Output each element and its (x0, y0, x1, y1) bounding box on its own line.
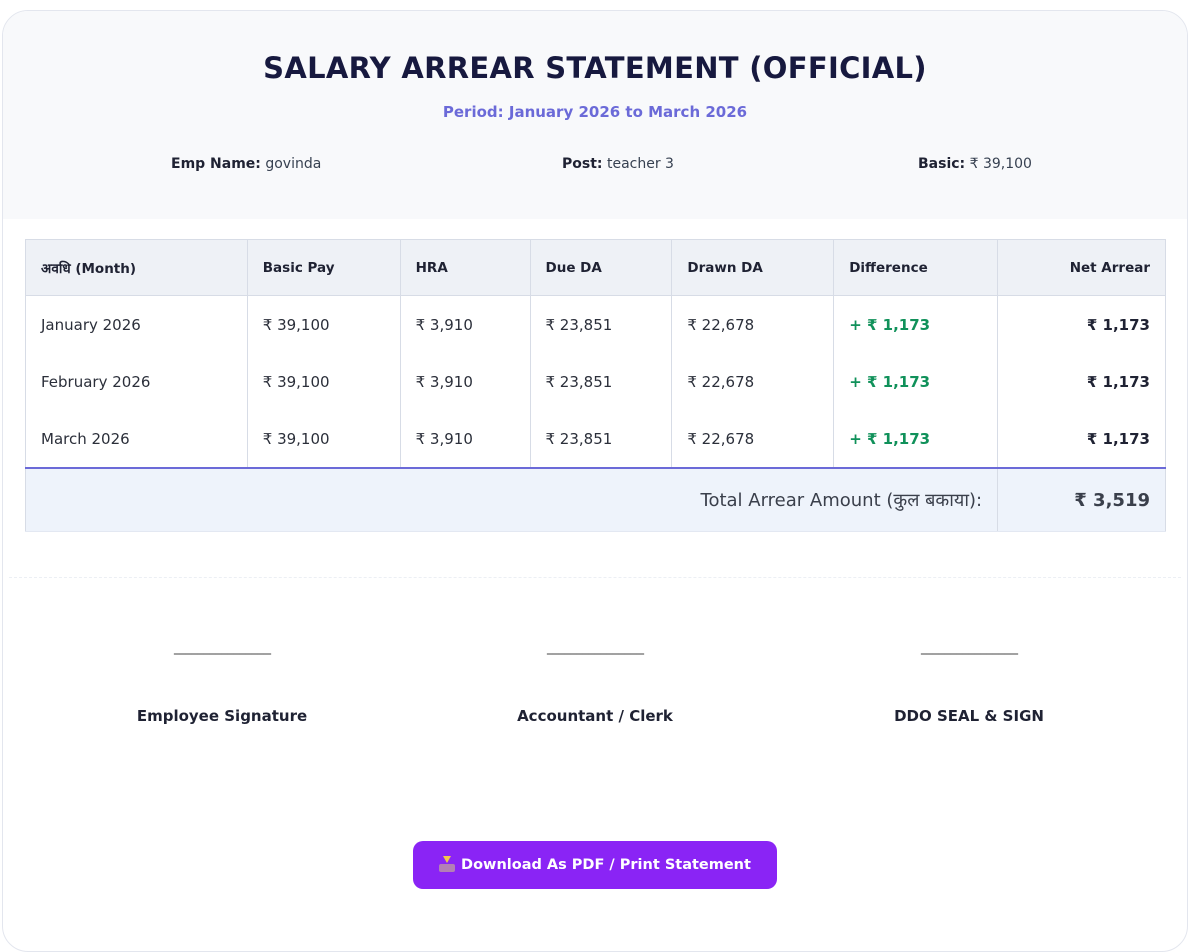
column-header-hra: HRA (399, 239, 531, 296)
table-header-row: अवधि (Month) Basic Pay HRA Due DA Drawn … (25, 239, 1166, 296)
column-header-net-arrear: Net Arrear (997, 239, 1166, 296)
download-pdf-button[interactable]: Download As PDF / Print Statement (413, 841, 777, 889)
total-arrear-value: ₹ 3,519 (997, 468, 1166, 532)
arrear-table: अवधि (Month) Basic Pay HRA Due DA Drawn … (24, 239, 1166, 532)
post-label: Post: (562, 156, 603, 172)
employee-signature-label: Employee Signature (136, 707, 308, 725)
cell-due-da: ₹ 23,851 (529, 410, 673, 469)
cell-difference: + ₹ 1,173 (833, 353, 999, 410)
ddo-signature-label: DDO SEAL & SIGN (894, 707, 1044, 725)
cell-basic-pay: ₹ 39,100 (246, 410, 401, 469)
total-arrear-label: Total Arrear Amount (कुल बकाया): (24, 468, 999, 532)
cell-drawn-da: ₹ 22,678 (671, 295, 835, 353)
employee-signature-block: ________________ Employee Signature (72, 639, 372, 725)
statement-header: SALARY ARREAR STATEMENT (OFFICIAL) Perio… (3, 11, 1187, 219)
cell-basic-pay: ₹ 39,100 (246, 295, 401, 353)
cell-net-arrear: ₹ 1,173 (997, 410, 1166, 469)
cell-month: January 2026 (25, 295, 248, 353)
post-info: Post: teacher 3 (562, 156, 674, 172)
cell-net-arrear: ₹ 1,173 (997, 295, 1166, 353)
basic-label: Basic: (918, 156, 966, 172)
table-row: January 2026 ₹ 39,100 ₹ 3,910 ₹ 23,851 ₹… (25, 295, 1166, 353)
signature-line: ________________ (921, 639, 1018, 655)
column-header-due-da: Due DA (529, 239, 673, 296)
table-row: February 2026 ₹ 39,100 ₹ 3,910 ₹ 23,851 … (25, 353, 1166, 410)
employee-name-info: Emp Name: govinda (171, 156, 321, 172)
signature-line: ________________ (547, 639, 644, 655)
column-header-drawn-da: Drawn DA (671, 239, 835, 296)
employee-name-value: govinda (265, 156, 322, 172)
cell-basic-pay: ₹ 39,100 (246, 353, 401, 410)
signature-line: ________________ (174, 639, 271, 655)
column-header-basic-pay: Basic Pay (246, 239, 401, 296)
cell-hra: ₹ 3,910 (399, 353, 531, 410)
column-header-month: अवधि (Month) (25, 239, 248, 296)
employee-name-label: Emp Name: (171, 156, 261, 172)
cell-difference: + ₹ 1,173 (833, 295, 999, 353)
cell-hra: ₹ 3,910 (399, 295, 531, 353)
statement-title: SALARY ARREAR STATEMENT (OFFICIAL) (263, 51, 927, 85)
table-row: March 2026 ₹ 39,100 ₹ 3,910 ₹ 23,851 ₹ 2… (25, 410, 1166, 469)
post-value: teacher 3 (606, 156, 674, 172)
cell-net-arrear: ₹ 1,173 (997, 353, 1166, 410)
inbox-tray-icon (439, 856, 456, 872)
cell-due-da: ₹ 23,851 (529, 295, 673, 353)
accountant-signature-block: ________________ Accountant / Clerk (445, 639, 745, 725)
statement-period: Period: January 2026 to March 2026 (442, 103, 748, 121)
download-button-label: Download As PDF / Print Statement (461, 857, 751, 873)
cell-month: February 2026 (25, 353, 248, 410)
column-header-difference: Difference (833, 239, 999, 296)
basic-value: ₹ 39,100 (969, 156, 1032, 172)
accountant-signature-label: Accountant / Clerk (517, 707, 673, 725)
ddo-signature-block: ________________ DDO SEAL & SIGN (819, 639, 1119, 725)
cell-hra: ₹ 3,910 (399, 410, 531, 469)
basic-info: Basic: ₹ 39,100 (918, 156, 1032, 172)
section-divider (9, 577, 1181, 578)
cell-due-da: ₹ 23,851 (529, 353, 673, 410)
cell-month: March 2026 (25, 410, 248, 469)
cell-drawn-da: ₹ 22,678 (671, 353, 835, 410)
cell-difference: + ₹ 1,173 (833, 410, 999, 469)
total-row: Total Arrear Amount (कुल बकाया): ₹ 3,519 (24, 468, 1166, 532)
statement-card: SALARY ARREAR STATEMENT (OFFICIAL) Perio… (2, 10, 1188, 952)
cell-drawn-da: ₹ 22,678 (671, 410, 835, 469)
